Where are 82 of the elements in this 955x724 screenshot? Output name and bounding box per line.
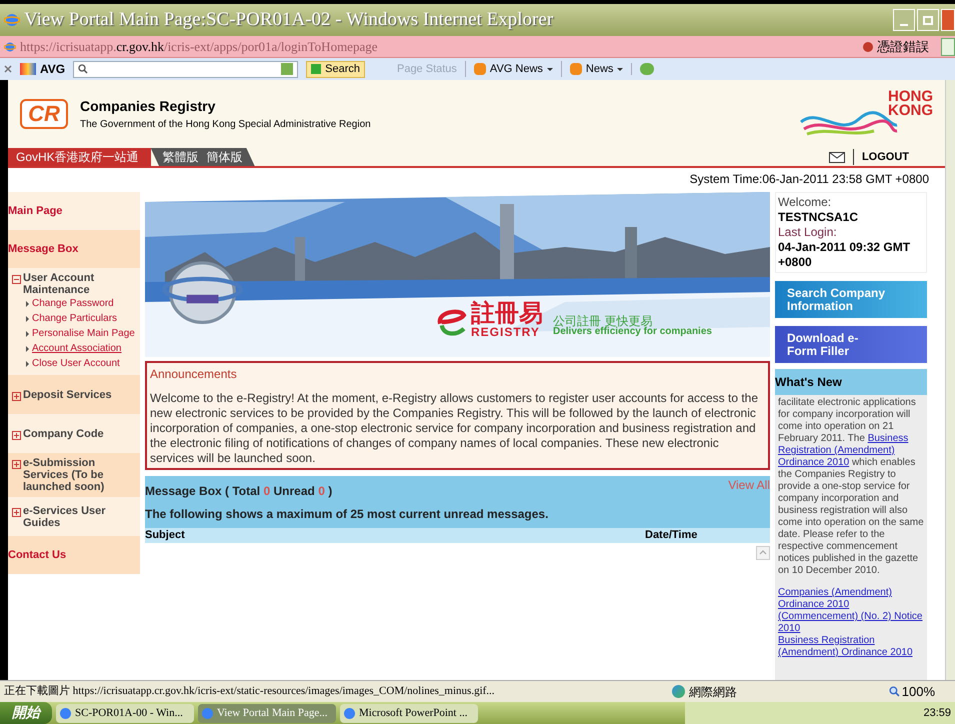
brand-name-english: REGISTRY: [471, 326, 541, 338]
whats-new-header: What's New: [775, 369, 927, 395]
close-button[interactable]: [941, 9, 955, 31]
news-link[interactable]: Business Registration (Amendment) Ordinance 2010: [778, 635, 924, 659]
language-link[interactable]: 繁體版: [162, 148, 199, 166]
announcements-title: Announcements: [150, 366, 238, 383]
sidebar-group[interactable]: Company Code: [23, 428, 104, 440]
warning-icon: [863, 42, 873, 52]
bullet-icon: [26, 316, 29, 322]
news-link[interactable]: Business: [868, 433, 908, 444]
news-link[interactable]: Ordinance 2010: [778, 457, 850, 468]
expand-icon[interactable]: [12, 508, 21, 516]
globe-icon: [672, 685, 685, 698]
taskbar-task[interactable]: Microsoft PowerPoint ...: [340, 704, 478, 722]
govhk-link[interactable]: GovHK香港政府一站通: [8, 148, 151, 166]
news-link[interactable]: Registration (Amendment): [778, 445, 895, 456]
sidebar-subitem[interactable]: Change Particulars: [32, 311, 118, 326]
avg-button[interactable]: AVG: [20, 60, 66, 78]
column-header: Subject: [145, 528, 186, 544]
bullet-icon: [26, 330, 29, 336]
close-icon[interactable]: [4, 65, 12, 73]
collapse-icon[interactable]: [12, 275, 21, 284]
last-login-label: Last Login:: [778, 225, 838, 240]
taskbar-task[interactable]: SC-POR01A-00 - Win...: [56, 704, 194, 722]
bullet-icon: [26, 360, 29, 366]
news-feed-button[interactable]: News: [560, 60, 624, 78]
sidebar-item[interactable]: Contact Us: [8, 536, 140, 574]
news-feed-button[interactable]: AVG News: [464, 60, 553, 78]
mail-icon[interactable]: [828, 152, 845, 162]
sidebar-group[interactable]: User Account Maintenance: [23, 272, 140, 296]
quick-link-button[interactable]: Search Company Information: [775, 281, 927, 318]
system-time: System Time:06-Jan-2011 23:58 GMT +0800: [690, 171, 929, 188]
expand-icon[interactable]: [12, 460, 21, 469]
sidebar-item[interactable]: Message Box: [8, 230, 140, 268]
announcement-text: Welcome to the e-Registry! At the moment, e-Registry allows customers to register user accounts for access to the new electronic services to be provided by the Companies Registry. This will be followed by the launch of electronic incorporation of companies, a one-stop electronic service for company incorporation and business registration and the electronic filing of notifications of changes of company names of local companies. These new electronic services will be launched soon.: [150, 391, 760, 466]
column-header: Date/Time: [645, 528, 698, 544]
expand-icon[interactable]: [12, 430, 21, 440]
sidebar-subitem[interactable]: Personalise Main Page: [32, 326, 135, 341]
zone-text: 網際網路: [689, 684, 738, 700]
user-name: TESTNCSA1C: [778, 210, 860, 225]
language-link[interactable]: 簡体版: [206, 148, 243, 166]
search-button[interactable]: Search: [306, 60, 365, 78]
sidebar-subitem[interactable]: Close User Account: [32, 356, 120, 371]
status-text: 正在下載圖片 https://icrisuatapp.cr.gov.hk/icris-ext/static-resources/images/images_COM/nolines_minus.gif...: [4, 684, 496, 700]
address-field[interactable]: https://icrisuatapp.cr.gov.hk/icris-ext/apps/por01a/loginToHomepage: [20, 36, 378, 56]
zoom-icon: [888, 686, 900, 697]
search-field[interactable]: [73, 60, 298, 78]
message-box-subtitle: The following shows a maximum of 25 most current unread messages.: [145, 506, 550, 523]
brand-text: KONG: [888, 104, 933, 118]
site-subtitle: The Government of the Hong Kong Special Administrative Region: [80, 118, 371, 132]
window-title: View Portal Main Page:SC-POR01A-02 - Windows Internet Explorer: [24, 8, 554, 32]
scrollbar[interactable]: [945, 80, 955, 680]
welcome-label: Welcome:: [778, 195, 832, 210]
start-button[interactable]: 開始: [0, 702, 52, 724]
search-icon: [78, 64, 88, 74]
expand-icon[interactable]: [12, 392, 21, 400]
browser-icon: [4, 40, 16, 52]
bullet-icon: [26, 346, 29, 352]
news-paragraph: facilitate electronic applications for company incorporation will come into operation on 21 February 2011. The Business Registration (Amendment) Ordinance 2010 which enables the Companies Registry to provide a one-stop service for company incorporation and business registration will also come into operation on the same date. Please refer to the respective commencement notices published in the gazette on 10 December 2010.: [778, 397, 924, 577]
site-title: Companies Registry: [80, 97, 216, 116]
minimize-button[interactable]: [893, 9, 915, 31]
clock: 23:59: [923, 706, 951, 721]
brand-name-chinese: 註冊易: [471, 302, 543, 326]
message-box-title: Message Box ( Total 0 Unread 0 ): [145, 483, 332, 500]
restore-button[interactable]: [917, 9, 939, 31]
dropdown-icon[interactable]: [281, 63, 294, 75]
slogan-chinese: 公司註冊 更快更易: [553, 315, 652, 327]
page-icon[interactable]: [941, 38, 955, 56]
tray-icons[interactable]: 23:59: [685, 702, 955, 724]
brand-text: HONG: [888, 90, 933, 104]
certificate-error-button[interactable]: 憑證錯誤: [877, 36, 937, 56]
sidebar-subitem[interactable]: Change Password: [32, 296, 114, 311]
slogan-english: Delivers efficiency for companies: [553, 327, 712, 337]
browser-icon: [4, 12, 20, 28]
last-login-time: 04-Jan-2011 09:32 GMT +0800: [778, 240, 912, 270]
news-link[interactable]: Companies (Amendment) Ordinance 2010 (Commencement) (No. 2) Notice 2010: [778, 587, 924, 635]
quick-link-button[interactable]: Download e-Form Filler: [775, 326, 927, 363]
sidebar-subitem[interactable]: Account Association: [32, 341, 122, 356]
bullet-icon: [26, 300, 29, 306]
zoom-button[interactable]: 100%: [902, 682, 935, 702]
logo: CR: [20, 99, 68, 129]
scroll-up-icon[interactable]: [756, 546, 770, 560]
